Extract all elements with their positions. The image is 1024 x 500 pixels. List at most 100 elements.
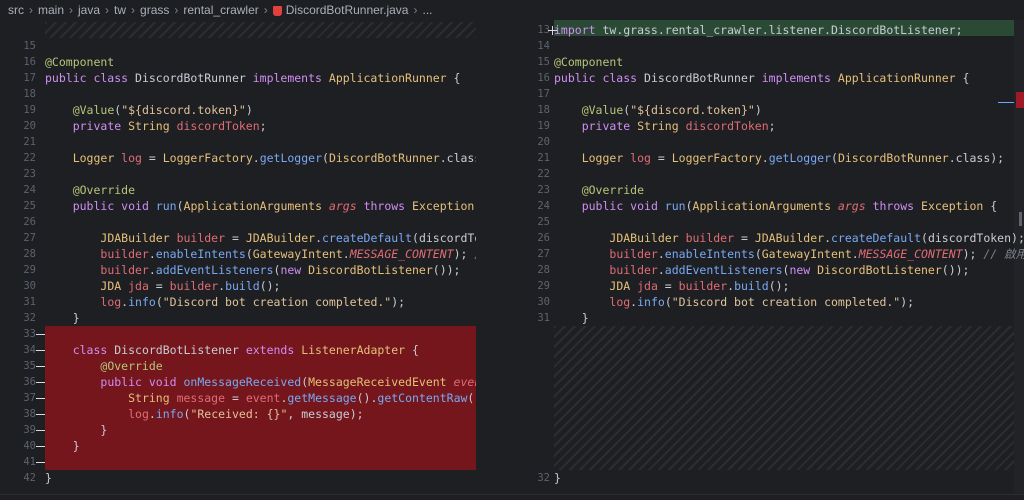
diff-divider[interactable]	[476, 20, 512, 494]
code-line[interactable]: 21	[0, 134, 476, 150]
breadcrumb-separator-icon: ›	[263, 3, 268, 17]
code-token: "Discord bot creation completed."	[162, 295, 392, 309]
code-line[interactable]: 13 import tw.grass.rental_crawler.listene…	[512, 22, 1024, 38]
code-line[interactable]: 14	[512, 38, 1024, 54]
breadcrumb-item[interactable]: java	[78, 3, 100, 17]
code-line[interactable]: 22 Logger log = LoggerFactory.getLogger(…	[0, 150, 476, 166]
code-line[interactable]: 29 builder.addEventListeners(new Discord…	[0, 262, 476, 278]
code-text: builder.enableIntents(GatewayIntent.MESS…	[554, 246, 1024, 262]
breadcrumb-item[interactable]: ...	[422, 3, 432, 17]
code-token: {	[983, 199, 998, 213]
breadcrumb-item[interactable]: main	[38, 3, 64, 17]
code-line[interactable]: 31 log.info("Discord bot creation comple…	[0, 294, 476, 310]
code-token: builder	[609, 247, 658, 261]
code-line[interactable]: 24 public void run(ApplicationArguments …	[512, 198, 1024, 214]
line-number: 15	[23, 40, 36, 52]
breadcrumb-item[interactable]: src	[8, 3, 24, 17]
code-text: public void run(ApplicationArguments arg…	[45, 198, 476, 214]
code-line[interactable]: 38 log.info("Received: {}", message);	[0, 406, 476, 422]
code-line[interactable]: 25 public void run(ApplicationArguments …	[0, 198, 476, 214]
code-line[interactable]: 30 log.info("Discord bot creation comple…	[512, 294, 1024, 310]
code-line[interactable]: 42}	[0, 470, 476, 486]
line-number: 36	[23, 376, 36, 388]
code-token: jda	[128, 279, 149, 293]
code-line[interactable]: 29 JDA jda = builder.build();	[512, 278, 1024, 294]
code-line[interactable]: 25	[512, 214, 1024, 230]
breadcrumb-item[interactable]: DiscordBotRunner.java	[286, 3, 409, 17]
removed-marker-icon	[36, 414, 45, 415]
code-line[interactable]: 36 public void onMessageReceived(Message…	[0, 374, 476, 390]
code-line[interactable]: 15	[0, 38, 476, 54]
code-token: info	[155, 407, 184, 421]
code-line[interactable]: 19 @Value("${discord.token}")	[0, 102, 476, 118]
code-line[interactable]: 24 @Override	[0, 182, 476, 198]
code-token: private	[72, 119, 129, 133]
diff-left-pane[interactable]: 15 16 @Component 17 public class DiscordBotR…	[0, 20, 476, 494]
code-token: builder	[685, 231, 735, 245]
code-line[interactable]: 32}	[512, 470, 1024, 486]
code-token: {	[446, 71, 461, 85]
code-line[interactable]: 41	[0, 454, 476, 470]
code-token: DiscordBotListener	[114, 343, 246, 357]
code-line[interactable]: 23	[0, 166, 476, 182]
code-line[interactable]: 26	[0, 214, 476, 230]
code-line[interactable]: 39 }	[0, 422, 476, 438]
line-number: 17	[537, 88, 550, 100]
code-line[interactable]: 40 }	[0, 438, 476, 454]
breadcrumb-separator-icon: ›	[69, 3, 74, 17]
code-token: throws	[363, 199, 413, 213]
removed-marker-icon	[36, 446, 45, 447]
breadcrumb-item[interactable]: rental_crawler	[183, 3, 258, 17]
code-line[interactable]: 32 }	[0, 310, 476, 326]
line-number: 24	[537, 200, 550, 212]
code-line[interactable]: 33	[0, 326, 476, 342]
code-line[interactable]: 17	[512, 86, 1024, 102]
code-token: ();	[768, 279, 790, 293]
code-line[interactable]: 23 @Override	[512, 182, 1024, 198]
code-token: String	[637, 119, 686, 133]
code-line[interactable]: 21 Logger log = LoggerFactory.getLogger(…	[512, 150, 1024, 166]
breadcrumb-item[interactable]: tw	[114, 3, 126, 17]
code-token: class	[72, 343, 115, 357]
code-line[interactable]: 15 @Component	[512, 54, 1024, 70]
code-line[interactable]: 20	[512, 134, 1024, 150]
code-line[interactable]: 18 @Value("${discord.token}")	[512, 102, 1024, 118]
code-line[interactable]: 27 builder.enableIntents(GatewayIntent.M…	[512, 246, 1024, 262]
line-number: 20	[23, 120, 36, 132]
code-token: Logger	[581, 151, 631, 165]
code-line[interactable]: 22	[512, 166, 1024, 182]
code-line[interactable]: 17 public class DiscordBotRunner implemen…	[0, 70, 476, 86]
line-number: 29	[23, 264, 36, 276]
code-line[interactable]: 31 }	[512, 310, 1024, 326]
breadcrumb-item[interactable]: grass	[140, 3, 169, 17]
java-file-icon	[272, 6, 282, 16]
code-text: log.info("Received: {}", message);	[45, 406, 363, 422]
code-token: JDABuilder	[245, 231, 316, 245]
code-token: JDABuilder	[609, 231, 686, 245]
code-line[interactable]: 26 JDABuilder builder = JDABuilder.creat…	[512, 230, 1024, 246]
code-line[interactable]: 28 builder.enableIntents(GatewayIntent.M…	[0, 246, 476, 262]
line-number: 19	[23, 104, 36, 116]
code-line[interactable]: 30 JDA jda = builder.build();	[0, 278, 476, 294]
line-number: 39	[23, 424, 36, 436]
code-token: addEventListeners	[155, 263, 274, 277]
code-line[interactable]: 37 String message = event.getMessage().g…	[0, 390, 476, 406]
code-token: );	[900, 295, 915, 309]
code-line[interactable]: 35 @Override	[0, 358, 476, 374]
code-line[interactable]: 19 private String discordToken;	[512, 118, 1024, 134]
diff-right-pane[interactable]: 13 import tw.grass.rental_crawler.listene…	[512, 20, 1024, 494]
code-line[interactable]: 16 @Component	[0, 54, 476, 70]
code-line[interactable]: 28 builder.addEventListeners(new Discord…	[512, 262, 1024, 278]
code-token: )	[245, 103, 253, 117]
code-line[interactable]: 18	[0, 86, 476, 102]
code-line[interactable]: 27 JDABuilder builder = JDABuilder.creat…	[0, 230, 476, 246]
line-number: 15	[537, 56, 550, 68]
code-line[interactable]: 16 public class DiscordBotRunner implemen…	[512, 70, 1024, 86]
line-number: 35	[23, 360, 36, 372]
code-line[interactable]: 34 class DiscordBotListener extends List…	[0, 342, 476, 358]
code-token: .	[824, 231, 831, 245]
code-line[interactable]: 20 private String discordToken;	[0, 118, 476, 134]
